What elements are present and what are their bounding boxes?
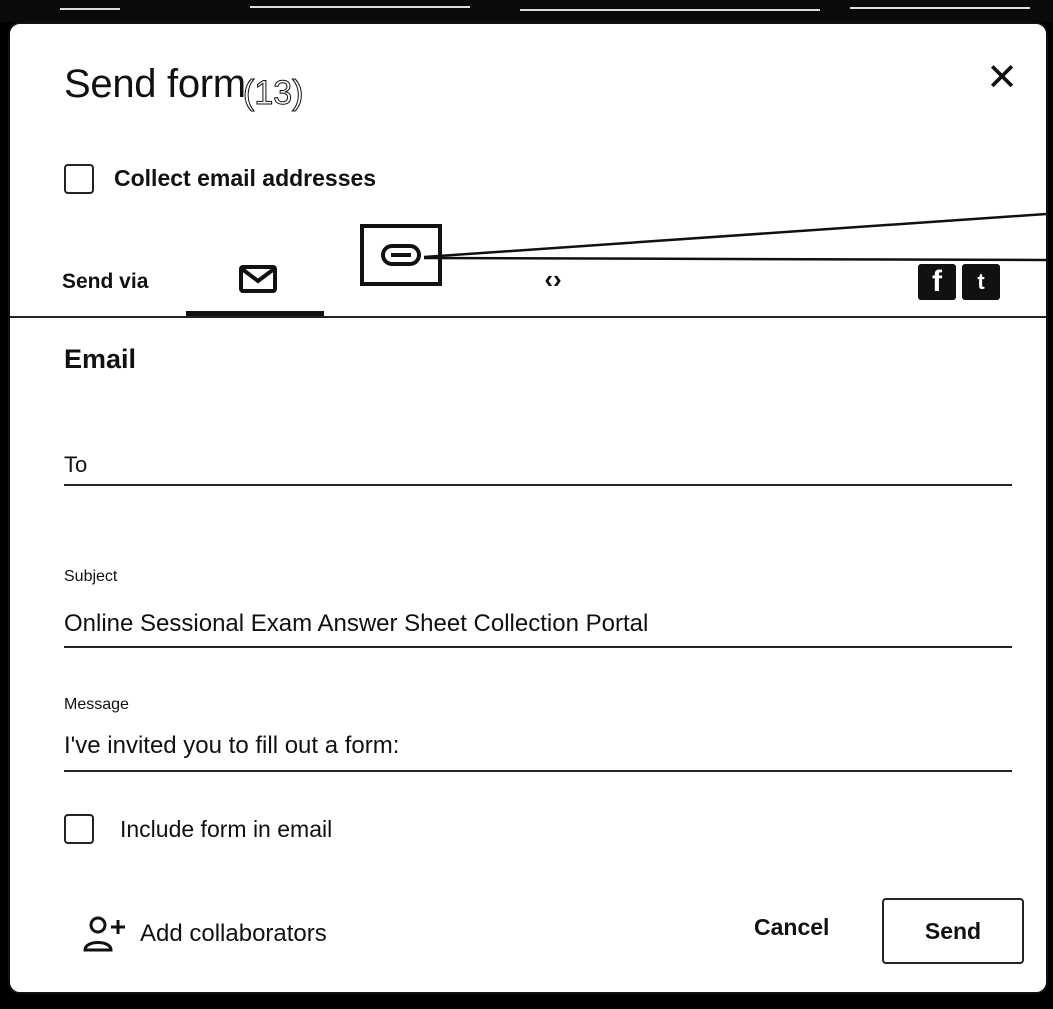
- include-form-label: Include form in email: [120, 816, 333, 842]
- add-collaborators-label: Add collaborators: [140, 920, 327, 947]
- subject-label: Subject: [64, 568, 118, 585]
- collect-email-label: Collect email addresses: [114, 165, 377, 191]
- send-button[interactable]: Send: [882, 898, 1024, 964]
- annotation-label: (13): [242, 74, 304, 113]
- person-add-icon: [83, 916, 125, 952]
- subject-field-underline: [64, 646, 1012, 648]
- collect-email-checkbox[interactable]: [64, 164, 94, 194]
- to-field[interactable]: [64, 428, 1016, 488]
- send-via-label: Send via: [62, 270, 149, 293]
- message-field[interactable]: I've invited you to fill out a form:: [64, 732, 399, 760]
- close-icon[interactable]: ✕: [980, 56, 1024, 100]
- tabs-divider: [10, 316, 1046, 318]
- mail-icon: [239, 265, 277, 293]
- background-toolbar-strip: [0, 0, 1053, 22]
- message-field-underline: [64, 770, 1012, 772]
- message-label: Message: [64, 696, 129, 713]
- tab-link[interactable]: [360, 224, 442, 286]
- email-section-heading: Email: [64, 344, 137, 374]
- link-icon: [381, 244, 421, 266]
- dialog-title: Send form: [64, 62, 246, 106]
- cancel-button[interactable]: Cancel: [754, 914, 829, 941]
- tab-email[interactable]: [192, 248, 324, 310]
- embed-icon: ‹›: [544, 263, 562, 294]
- twitter-icon[interactable]: t: [962, 264, 1000, 300]
- tab-embed[interactable]: ‹›: [518, 248, 588, 310]
- to-field-underline: [64, 484, 1012, 486]
- facebook-icon[interactable]: f: [918, 264, 956, 300]
- subject-field[interactable]: Online Sessional Exam Answer Sheet Colle…: [64, 610, 648, 638]
- send-form-dialog: Send form (13) ✕ Collect email addresses…: [8, 22, 1048, 994]
- include-form-checkbox[interactable]: [64, 814, 94, 844]
- add-collaborators-button[interactable]: Add collaborators: [82, 914, 327, 954]
